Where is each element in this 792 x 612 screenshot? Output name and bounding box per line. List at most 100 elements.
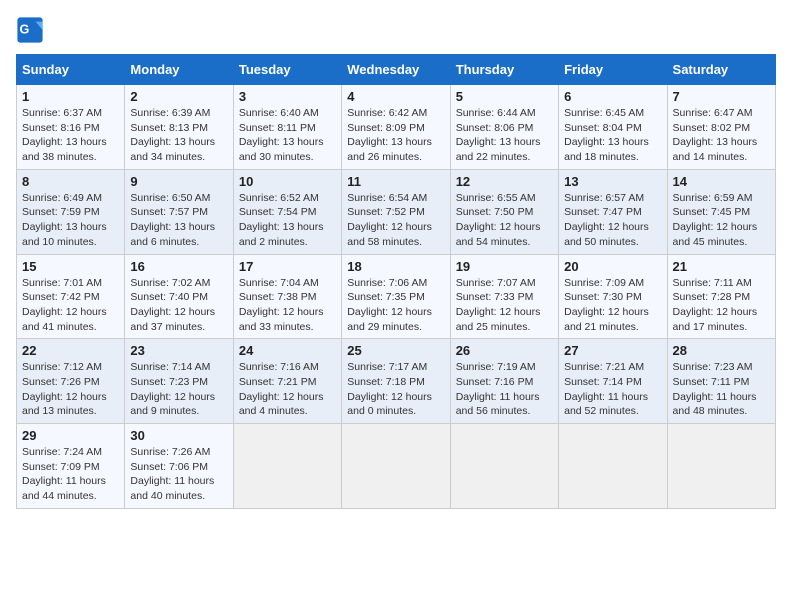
day-info: Sunrise: 6:47 AM Sunset: 8:02 PM Dayligh… bbox=[673, 106, 770, 165]
day-info: Sunrise: 7:24 AM Sunset: 7:09 PM Dayligh… bbox=[22, 445, 119, 504]
day-info: Sunrise: 7:07 AM Sunset: 7:33 PM Dayligh… bbox=[456, 276, 553, 335]
calendar-cell: 6 Sunrise: 6:45 AM Sunset: 8:04 PM Dayli… bbox=[559, 85, 667, 170]
calendar-week-1: 8 Sunrise: 6:49 AM Sunset: 7:59 PM Dayli… bbox=[17, 169, 776, 254]
day-info: Sunrise: 7:16 AM Sunset: 7:21 PM Dayligh… bbox=[239, 360, 336, 419]
day-info: Sunrise: 7:04 AM Sunset: 7:38 PM Dayligh… bbox=[239, 276, 336, 335]
day-info: Sunrise: 6:50 AM Sunset: 7:57 PM Dayligh… bbox=[130, 191, 227, 250]
calendar-week-2: 15 Sunrise: 7:01 AM Sunset: 7:42 PM Dayl… bbox=[17, 254, 776, 339]
calendar-week-3: 22 Sunrise: 7:12 AM Sunset: 7:26 PM Dayl… bbox=[17, 339, 776, 424]
calendar-cell: 4 Sunrise: 6:42 AM Sunset: 8:09 PM Dayli… bbox=[342, 85, 450, 170]
header-sunday: Sunday bbox=[17, 55, 125, 85]
day-number: 12 bbox=[456, 174, 553, 189]
day-info: Sunrise: 6:55 AM Sunset: 7:50 PM Dayligh… bbox=[456, 191, 553, 250]
calendar-cell: 3 Sunrise: 6:40 AM Sunset: 8:11 PM Dayli… bbox=[233, 85, 341, 170]
day-number: 30 bbox=[130, 428, 227, 443]
calendar-cell: 26 Sunrise: 7:19 AM Sunset: 7:16 PM Dayl… bbox=[450, 339, 558, 424]
calendar-cell: 19 Sunrise: 7:07 AM Sunset: 7:33 PM Dayl… bbox=[450, 254, 558, 339]
calendar-week-0: 1 Sunrise: 6:37 AM Sunset: 8:16 PM Dayli… bbox=[17, 85, 776, 170]
calendar-cell bbox=[233, 424, 341, 509]
page-header: G bbox=[16, 16, 776, 44]
day-number: 7 bbox=[673, 89, 770, 104]
day-number: 4 bbox=[347, 89, 444, 104]
day-info: Sunrise: 7:11 AM Sunset: 7:28 PM Dayligh… bbox=[673, 276, 770, 335]
calendar-cell: 24 Sunrise: 7:16 AM Sunset: 7:21 PM Dayl… bbox=[233, 339, 341, 424]
calendar-cell: 21 Sunrise: 7:11 AM Sunset: 7:28 PM Dayl… bbox=[667, 254, 775, 339]
day-number: 19 bbox=[456, 259, 553, 274]
day-number: 9 bbox=[130, 174, 227, 189]
day-info: Sunrise: 7:02 AM Sunset: 7:40 PM Dayligh… bbox=[130, 276, 227, 335]
calendar-table: SundayMondayTuesdayWednesdayThursdayFrid… bbox=[16, 54, 776, 509]
day-info: Sunrise: 6:45 AM Sunset: 8:04 PM Dayligh… bbox=[564, 106, 661, 165]
day-number: 3 bbox=[239, 89, 336, 104]
header-tuesday: Tuesday bbox=[233, 55, 341, 85]
calendar-cell bbox=[667, 424, 775, 509]
day-number: 23 bbox=[130, 343, 227, 358]
header-friday: Friday bbox=[559, 55, 667, 85]
day-info: Sunrise: 7:26 AM Sunset: 7:06 PM Dayligh… bbox=[130, 445, 227, 504]
calendar-cell: 20 Sunrise: 7:09 AM Sunset: 7:30 PM Dayl… bbox=[559, 254, 667, 339]
day-info: Sunrise: 7:12 AM Sunset: 7:26 PM Dayligh… bbox=[22, 360, 119, 419]
day-number: 2 bbox=[130, 89, 227, 104]
day-info: Sunrise: 6:59 AM Sunset: 7:45 PM Dayligh… bbox=[673, 191, 770, 250]
day-number: 16 bbox=[130, 259, 227, 274]
day-number: 8 bbox=[22, 174, 119, 189]
day-number: 22 bbox=[22, 343, 119, 358]
calendar-cell: 1 Sunrise: 6:37 AM Sunset: 8:16 PM Dayli… bbox=[17, 85, 125, 170]
day-number: 29 bbox=[22, 428, 119, 443]
day-number: 18 bbox=[347, 259, 444, 274]
calendar-cell: 22 Sunrise: 7:12 AM Sunset: 7:26 PM Dayl… bbox=[17, 339, 125, 424]
calendar-cell: 23 Sunrise: 7:14 AM Sunset: 7:23 PM Dayl… bbox=[125, 339, 233, 424]
day-number: 1 bbox=[22, 89, 119, 104]
header-saturday: Saturday bbox=[667, 55, 775, 85]
calendar-cell bbox=[559, 424, 667, 509]
day-number: 21 bbox=[673, 259, 770, 274]
calendar-cell: 29 Sunrise: 7:24 AM Sunset: 7:09 PM Dayl… bbox=[17, 424, 125, 509]
calendar-header-row: SundayMondayTuesdayWednesdayThursdayFrid… bbox=[17, 55, 776, 85]
calendar-cell: 16 Sunrise: 7:02 AM Sunset: 7:40 PM Dayl… bbox=[125, 254, 233, 339]
day-info: Sunrise: 6:37 AM Sunset: 8:16 PM Dayligh… bbox=[22, 106, 119, 165]
day-number: 6 bbox=[564, 89, 661, 104]
calendar-cell: 17 Sunrise: 7:04 AM Sunset: 7:38 PM Dayl… bbox=[233, 254, 341, 339]
day-info: Sunrise: 7:01 AM Sunset: 7:42 PM Dayligh… bbox=[22, 276, 119, 335]
day-info: Sunrise: 7:21 AM Sunset: 7:14 PM Dayligh… bbox=[564, 360, 661, 419]
calendar-cell: 7 Sunrise: 6:47 AM Sunset: 8:02 PM Dayli… bbox=[667, 85, 775, 170]
day-number: 5 bbox=[456, 89, 553, 104]
calendar-cell: 25 Sunrise: 7:17 AM Sunset: 7:18 PM Dayl… bbox=[342, 339, 450, 424]
calendar-cell: 8 Sunrise: 6:49 AM Sunset: 7:59 PM Dayli… bbox=[17, 169, 125, 254]
calendar-cell: 9 Sunrise: 6:50 AM Sunset: 7:57 PM Dayli… bbox=[125, 169, 233, 254]
calendar-cell: 30 Sunrise: 7:26 AM Sunset: 7:06 PM Dayl… bbox=[125, 424, 233, 509]
day-info: Sunrise: 6:49 AM Sunset: 7:59 PM Dayligh… bbox=[22, 191, 119, 250]
day-number: 20 bbox=[564, 259, 661, 274]
day-info: Sunrise: 7:17 AM Sunset: 7:18 PM Dayligh… bbox=[347, 360, 444, 419]
calendar-cell: 11 Sunrise: 6:54 AM Sunset: 7:52 PM Dayl… bbox=[342, 169, 450, 254]
calendar-cell: 14 Sunrise: 6:59 AM Sunset: 7:45 PM Dayl… bbox=[667, 169, 775, 254]
calendar-cell: 18 Sunrise: 7:06 AM Sunset: 7:35 PM Dayl… bbox=[342, 254, 450, 339]
day-info: Sunrise: 7:06 AM Sunset: 7:35 PM Dayligh… bbox=[347, 276, 444, 335]
day-info: Sunrise: 7:09 AM Sunset: 7:30 PM Dayligh… bbox=[564, 276, 661, 335]
day-number: 24 bbox=[239, 343, 336, 358]
day-number: 13 bbox=[564, 174, 661, 189]
day-info: Sunrise: 6:44 AM Sunset: 8:06 PM Dayligh… bbox=[456, 106, 553, 165]
svg-text:G: G bbox=[20, 23, 30, 37]
calendar-cell: 28 Sunrise: 7:23 AM Sunset: 7:11 PM Dayl… bbox=[667, 339, 775, 424]
day-number: 28 bbox=[673, 343, 770, 358]
day-info: Sunrise: 7:14 AM Sunset: 7:23 PM Dayligh… bbox=[130, 360, 227, 419]
day-info: Sunrise: 6:57 AM Sunset: 7:47 PM Dayligh… bbox=[564, 191, 661, 250]
header-wednesday: Wednesday bbox=[342, 55, 450, 85]
calendar-cell: 15 Sunrise: 7:01 AM Sunset: 7:42 PM Dayl… bbox=[17, 254, 125, 339]
day-number: 11 bbox=[347, 174, 444, 189]
day-number: 26 bbox=[456, 343, 553, 358]
logo: G bbox=[16, 16, 48, 44]
day-number: 17 bbox=[239, 259, 336, 274]
day-number: 25 bbox=[347, 343, 444, 358]
day-number: 27 bbox=[564, 343, 661, 358]
day-number: 14 bbox=[673, 174, 770, 189]
calendar-cell: 12 Sunrise: 6:55 AM Sunset: 7:50 PM Dayl… bbox=[450, 169, 558, 254]
calendar-cell: 10 Sunrise: 6:52 AM Sunset: 7:54 PM Dayl… bbox=[233, 169, 341, 254]
calendar-cell: 13 Sunrise: 6:57 AM Sunset: 7:47 PM Dayl… bbox=[559, 169, 667, 254]
day-info: Sunrise: 7:23 AM Sunset: 7:11 PM Dayligh… bbox=[673, 360, 770, 419]
calendar-cell: 27 Sunrise: 7:21 AM Sunset: 7:14 PM Dayl… bbox=[559, 339, 667, 424]
day-number: 15 bbox=[22, 259, 119, 274]
day-info: Sunrise: 6:54 AM Sunset: 7:52 PM Dayligh… bbox=[347, 191, 444, 250]
calendar-cell: 5 Sunrise: 6:44 AM Sunset: 8:06 PM Dayli… bbox=[450, 85, 558, 170]
